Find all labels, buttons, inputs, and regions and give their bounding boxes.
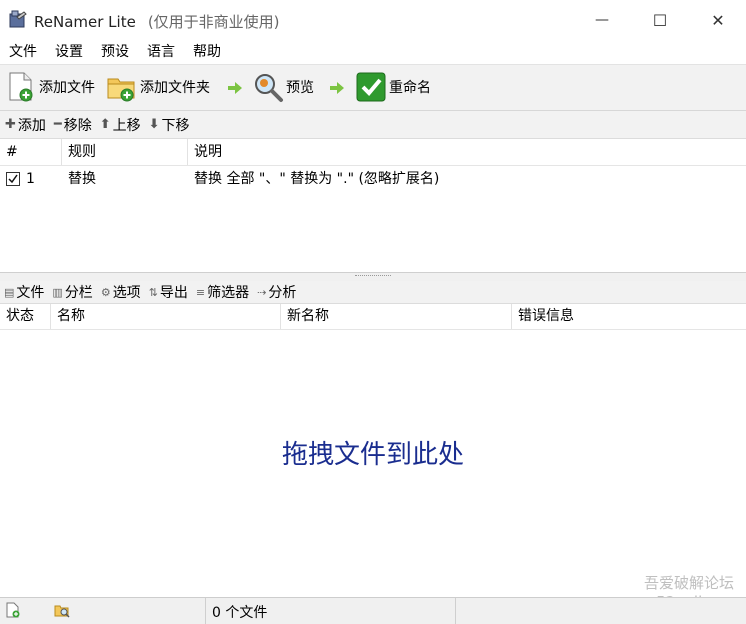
files-drop-area[interactable]: 拖拽文件到此处 吾爱破解论坛 www.52pojie.cn <box>0 330 746 611</box>
maximize-button[interactable]: ☐ <box>631 0 689 40</box>
files-menu-icon: ▤ <box>4 285 15 299</box>
rules-col-index[interactable]: # <box>0 139 62 165</box>
rules-table-header: # 规则 说明 <box>0 139 746 166</box>
plus-icon: ✚ <box>5 117 16 132</box>
table-row[interactable]: 1 替换 替换 全部 "、" 替换为 "." (忽略扩展名) <box>0 166 746 192</box>
rename-label: 重命名 <box>389 80 431 96</box>
menu-presets[interactable]: 预设 <box>92 41 138 63</box>
files-menu-button[interactable]: ▤ 文件 <box>4 282 44 302</box>
files-toolbar: ▤ 文件 ▥ 分栏 ⚙ 选项 ⇅ 导出 ≡ 筛选器 ⇢ 分析 <box>0 281 746 304</box>
arrow-right-icon <box>228 82 242 94</box>
remove-rule-button[interactable]: ━ 移除 <box>54 115 92 135</box>
minimize-icon: — <box>595 12 609 28</box>
files-col-error[interactable]: 错误信息 <box>512 304 746 329</box>
add-files-label: 添加文件 <box>39 80 95 96</box>
maximize-icon: ☐ <box>652 10 668 30</box>
filters-menu-label: 筛选器 <box>207 285 250 301</box>
remove-rule-label: 移除 <box>63 117 92 134</box>
columns-icon: ▥ <box>52 285 63 299</box>
arrow-right-icon <box>330 82 344 94</box>
status-icons-segment <box>0 598 206 624</box>
check-icon <box>8 174 18 184</box>
add-folder-icon <box>107 78 135 102</box>
watermark-line1: 吾爱破解论坛 <box>643 574 734 592</box>
export-icon: ⇅ <box>148 285 158 299</box>
files-table-header: 状态 名称 新名称 错误信息 <box>0 304 746 330</box>
move-down-label: 下移 <box>161 117 190 134</box>
splitter-grip <box>355 275 391 279</box>
add-file-icon <box>9 72 33 102</box>
close-icon: ✕ <box>711 10 725 30</box>
drop-hint: 拖拽文件到此处 <box>281 440 464 470</box>
rules-list[interactable]: 1 替换 替换 全部 "、" 替换为 "." (忽略扩展名) <box>0 166 746 272</box>
analyze-menu-button[interactable]: ⇢ 分析 <box>257 282 296 302</box>
add-folder-label: 添加文件夹 <box>140 80 210 96</box>
rule-checkbox[interactable] <box>6 172 20 186</box>
add-rule-button[interactable]: ✚ 添加 <box>5 115 46 135</box>
rule-name: 替换 <box>68 171 96 187</box>
move-down-button[interactable]: ⬇ 下移 <box>149 115 190 135</box>
panel-splitter[interactable] <box>0 272 746 281</box>
add-file-small-icon[interactable] <box>5 602 21 618</box>
export-menu-label: 导出 <box>159 285 188 301</box>
options-menu-label: 选项 <box>112 285 141 301</box>
arrow-up-icon: ⬆ <box>99 117 111 132</box>
rule-description: 替换 全部 "、" 替换为 "." (忽略扩展名) <box>194 171 440 187</box>
main-toolbar: 添加文件 添加文件夹 预览 重命名 <box>0 64 746 111</box>
rules-col-description[interactable]: 说明 <box>188 139 746 165</box>
arrow-down-icon: ⬇ <box>148 117 160 132</box>
preview-button[interactable]: 预览 <box>252 70 314 104</box>
rules-col-rule[interactable]: 规则 <box>62 139 188 165</box>
options-icon: ⚙ <box>100 285 111 299</box>
license-note: (仅用于非商业使用) <box>147 13 280 31</box>
filters-menu-button[interactable]: ≡ 筛选器 <box>196 282 249 302</box>
move-up-label: 上移 <box>112 117 141 134</box>
minus-icon: ━ <box>53 117 62 132</box>
files-menu-label: 文件 <box>16 285 45 301</box>
app-name: ReNamer Lite <box>34 13 136 31</box>
filter-icon: ≡ <box>195 285 206 299</box>
magnifier-icon <box>255 74 283 102</box>
menu-language[interactable]: 语言 <box>138 41 184 63</box>
files-col-new-name[interactable]: 新名称 <box>281 304 512 329</box>
checkmark-icon <box>356 72 386 102</box>
columns-menu-label: 分栏 <box>64 285 93 301</box>
folder-search-icon[interactable] <box>54 602 70 618</box>
columns-menu-button[interactable]: ▥ 分栏 <box>52 282 92 302</box>
menu-file[interactable]: 文件 <box>0 41 46 63</box>
close-button[interactable]: ✕ <box>689 0 746 40</box>
window-title: ReNamer Lite (仅用于非商业使用) <box>34 11 280 32</box>
analyze-icon: ⇢ <box>257 285 267 299</box>
minimize-button[interactable]: — <box>573 0 631 40</box>
menu-help[interactable]: 帮助 <box>184 41 230 63</box>
add-files-button[interactable]: 添加文件 <box>5 70 95 104</box>
options-menu-button[interactable]: ⚙ 选项 <box>101 282 141 302</box>
analyze-menu-label: 分析 <box>268 285 297 301</box>
files-col-name[interactable]: 名称 <box>51 304 281 329</box>
add-rule-label: 添加 <box>17 117 46 134</box>
status-bar: 0 个文件 <box>0 597 746 624</box>
move-up-button[interactable]: ⬆ 上移 <box>100 115 141 135</box>
add-folder-button[interactable]: 添加文件夹 <box>106 70 210 104</box>
rename-button[interactable]: 重命名 <box>355 70 431 104</box>
rule-index: 1 <box>26 171 35 187</box>
title-bar: ReNamer Lite (仅用于非商业使用) — ☐ ✕ <box>0 0 746 40</box>
preview-label: 预览 <box>286 80 314 96</box>
file-count: 0 个文件 <box>212 605 268 621</box>
renamer-app-icon <box>9 10 27 28</box>
files-col-state[interactable]: 状态 <box>0 304 51 329</box>
export-menu-button[interactable]: ⇅ 导出 <box>149 282 188 302</box>
menu-bar: 文件 设置 预设 语言 帮助 <box>0 40 746 64</box>
menu-settings[interactable]: 设置 <box>46 41 92 63</box>
rules-toolbar: ✚ 添加 ━ 移除 ⬆ 上移 ⬇ 下移 <box>0 111 746 139</box>
